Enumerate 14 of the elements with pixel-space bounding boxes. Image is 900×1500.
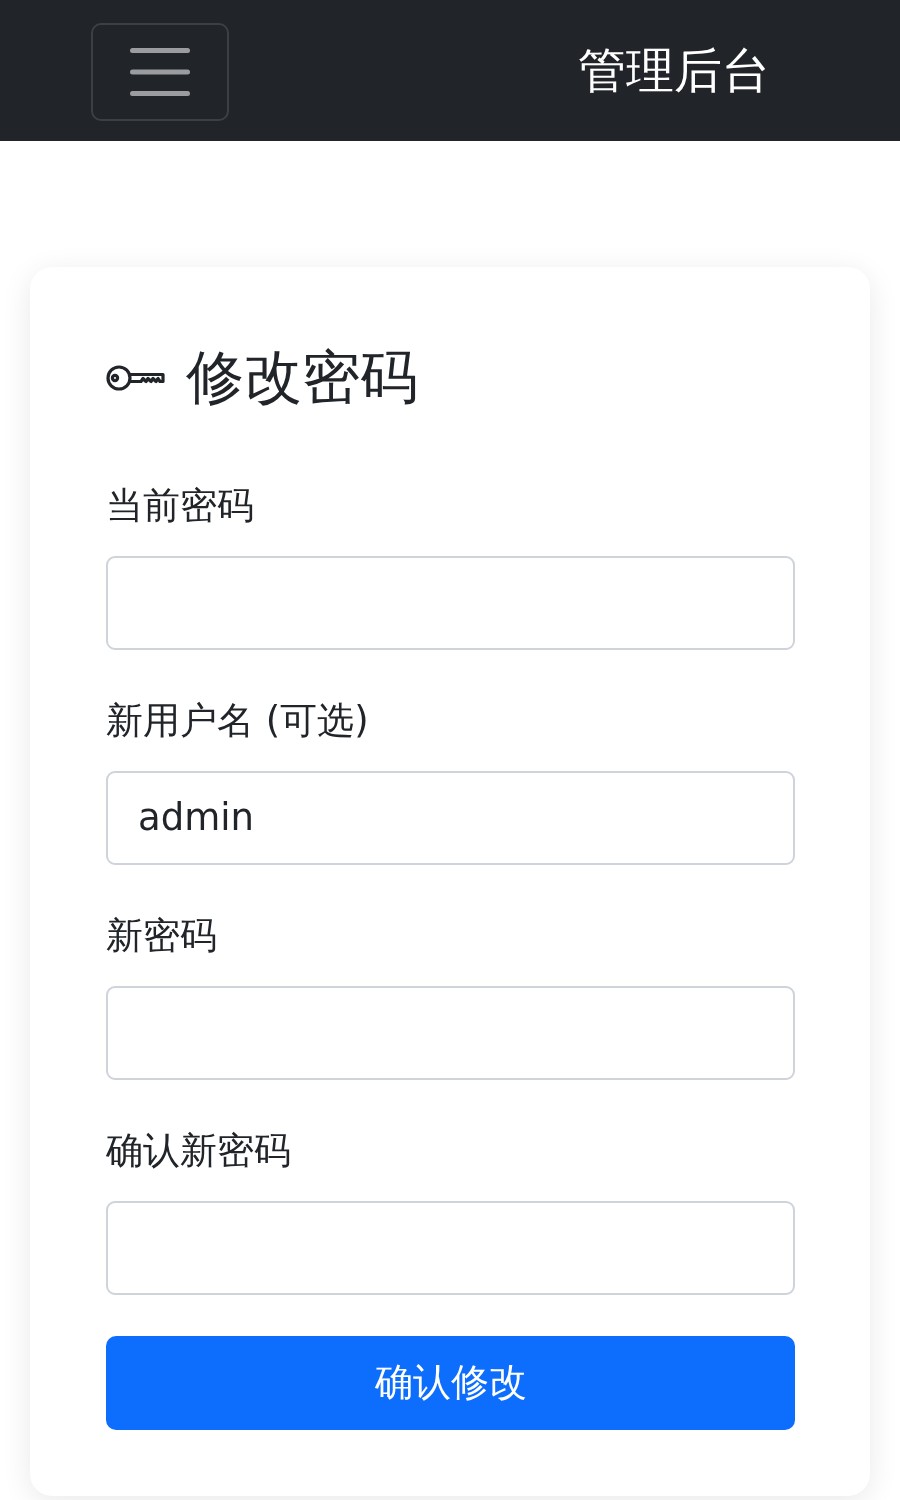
field-label: 新用户名 (可选) <box>106 697 369 744</box>
field-label: 新密码 <box>106 912 217 959</box>
brand-title[interactable]: 管理后台 <box>578 41 770 100</box>
menu-button[interactable] <box>91 22 229 121</box>
input-field[interactable]: admin <box>106 770 795 865</box>
input-field[interactable] <box>106 985 795 1080</box>
menu-icon <box>130 47 190 96</box>
input-field[interactable] <box>106 555 795 650</box>
key-icon <box>106 362 166 393</box>
input-field[interactable] <box>106 1200 795 1295</box>
field-label: 确认新密码 <box>106 1127 291 1174</box>
submit-button[interactable]: 确认修改 <box>106 1335 795 1430</box>
form-title: 修改密码 <box>186 343 418 413</box>
field-label: 当前密码 <box>106 482 254 529</box>
